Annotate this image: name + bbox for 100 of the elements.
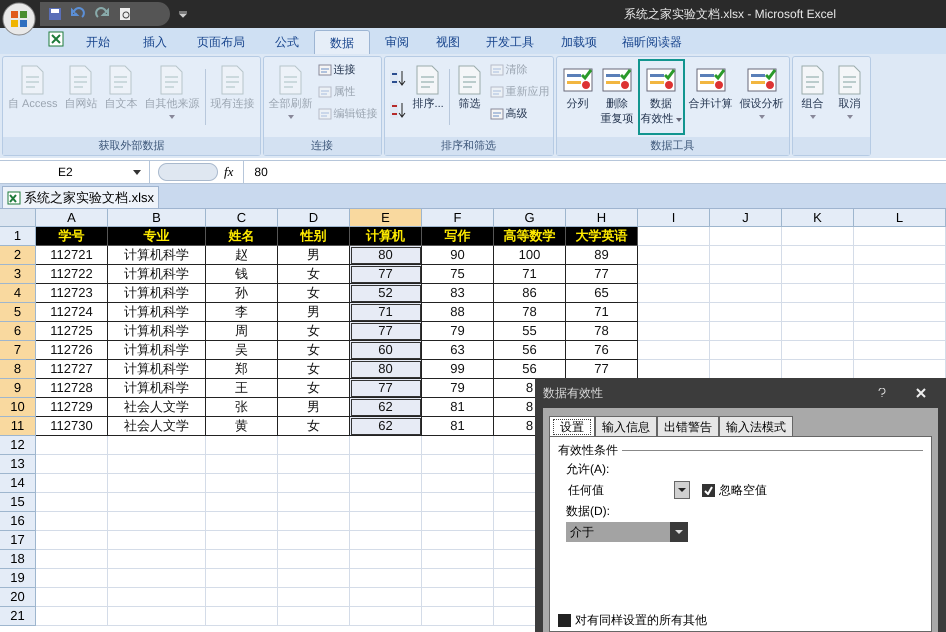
row-header[interactable]: 12 — [0, 436, 36, 455]
table-cell: 83 — [422, 284, 494, 303]
ribbon-button[interactable]: 筛选 — [452, 59, 488, 135]
formula-field[interactable]: 80 — [243, 161, 946, 183]
row-header[interactable]: 13 — [0, 455, 36, 474]
column-header[interactable]: L — [854, 209, 946, 227]
empty-cell — [638, 265, 710, 284]
row-header[interactable]: 6 — [0, 322, 36, 341]
empty-cell — [206, 550, 278, 569]
ribbon-button[interactable]: 取消 — [832, 59, 868, 135]
row-header[interactable]: 1 — [0, 227, 36, 246]
table-cell: 钱 — [206, 265, 278, 284]
row-header[interactable]: 15 — [0, 493, 36, 512]
checkbox[interactable] — [702, 484, 715, 496]
small-icon — [318, 85, 332, 99]
table-cell: 计算机科学 — [108, 341, 206, 360]
empty-cell — [206, 455, 278, 474]
table-cell: 周 — [206, 322, 278, 341]
expand-handle[interactable] — [158, 163, 218, 181]
ribbon-button[interactable]: 排序... — [410, 59, 447, 135]
column-header[interactable]: D — [278, 209, 350, 227]
name-box[interactable]: E2 — [0, 161, 150, 183]
window-title: 系统之家实验文档.xlsx - Microsoft Excel — [624, 6, 836, 23]
ribbon-button[interactable]: 组合 — [794, 59, 831, 135]
table-cell: 吴 — [206, 341, 278, 360]
table-cell: 112728 — [36, 379, 108, 398]
row-header[interactable]: 9 — [0, 379, 36, 398]
checkbox[interactable] — [558, 614, 571, 626]
row-header[interactable]: 5 — [0, 303, 36, 322]
dialog-tab[interactable]: 出错警告 — [657, 416, 719, 436]
empty-cell — [278, 531, 350, 550]
row-header[interactable]: 16 — [0, 512, 36, 531]
ribbon-button[interactable]: 删除 重复项 — [598, 59, 637, 135]
table-cell: 112727 — [36, 360, 108, 379]
column-header[interactable]: G — [494, 209, 566, 227]
function-label[interactable]: fx — [224, 162, 234, 182]
column-header[interactable]: A — [36, 209, 108, 227]
workbook-tab[interactable]: 系统之家实验文档.xlsx — [2, 186, 159, 208]
workbook-icon — [7, 190, 21, 204]
allow-dropdown[interactable]: 任何值 — [568, 480, 690, 500]
empty-cell — [782, 322, 854, 341]
table-cell: 65 — [566, 284, 638, 303]
row-header[interactable]: 14 — [0, 474, 36, 493]
ribbon-tab[interactable]: 开发工具 — [474, 30, 546, 54]
column-header[interactable]: B — [108, 209, 206, 227]
ribbon-button[interactable]: 分列 — [558, 59, 597, 135]
column-header[interactable]: C — [206, 209, 278, 227]
row-header[interactable]: 10 — [0, 398, 36, 417]
row-header[interactable]: 8 — [0, 360, 36, 379]
dialog-tab[interactable]: 输入法模式 — [719, 416, 793, 436]
row-header[interactable]: 18 — [0, 550, 36, 569]
column-header[interactable]: J — [710, 209, 782, 227]
empty-cell — [278, 512, 350, 531]
ribbon-tab[interactable]: 加载项 — [548, 30, 610, 54]
table-cell: 81 — [422, 417, 494, 436]
table-cell: 计算机科学 — [108, 322, 206, 341]
row-header[interactable]: 19 — [0, 569, 36, 588]
ribbon-tab[interactable]: 页面布局 — [182, 30, 260, 54]
column-header[interactable]: I — [638, 209, 710, 227]
row-header[interactable]: 7 — [0, 341, 36, 360]
table-cell: 112729 — [36, 398, 108, 417]
caret-icon — [846, 115, 853, 119]
ribbon-tab[interactable]: 数据 — [314, 30, 370, 54]
empty-cell — [206, 436, 278, 455]
ribbon-button[interactable]: 连接 — [316, 61, 379, 79]
dialog-tab[interactable]: 输入信息 — [595, 416, 657, 436]
ribbon-tab[interactable]: 开始 — [68, 30, 128, 54]
ribbon-tab[interactable]: 审阅 — [372, 30, 422, 54]
table-cell: 89 — [566, 246, 638, 265]
column-header[interactable]: E — [350, 209, 422, 227]
row-header[interactable]: 3 — [0, 265, 36, 284]
row-header[interactable]: 20 — [0, 588, 36, 607]
table-cell: 计算机科学 — [108, 284, 206, 303]
ribbon-tab[interactable]: 视图 — [424, 30, 472, 54]
row-header[interactable]: 4 — [0, 284, 36, 303]
ribbon-tab[interactable]: 福昕阅读器 — [612, 30, 692, 54]
empty-cell — [206, 512, 278, 531]
row-header[interactable]: 17 — [0, 531, 36, 550]
ribbon-tab[interactable]: 公式 — [262, 30, 312, 54]
column-header[interactable]: H — [566, 209, 638, 227]
dialog-tab[interactable]: 设置 — [549, 416, 595, 437]
ribbon-button[interactable]: 假设分析 — [736, 59, 787, 135]
ribbon-tab[interactable]: 插入 — [130, 30, 180, 54]
table-cell: 社会人文学 — [108, 398, 206, 417]
column-header[interactable]: F — [422, 209, 494, 227]
table-cell: 62 — [350, 417, 422, 436]
ribbon-button[interactable]: 高级 — [488, 105, 551, 123]
ribbon-button[interactable]: 合并计算 — [686, 59, 736, 135]
column-header[interactable]: K — [782, 209, 854, 227]
table-cell: 60 — [350, 341, 422, 360]
table-cell: 90 — [422, 246, 494, 265]
empty-cell — [638, 246, 710, 265]
empty-cell — [278, 474, 350, 493]
empty-cell — [350, 455, 422, 474]
row-header[interactable]: 2 — [0, 246, 36, 265]
row-header[interactable]: 21 — [0, 607, 36, 626]
table-cell: 计算机科学 — [108, 303, 206, 322]
data-label: 数据(D): — [566, 503, 610, 520]
ribbon-button[interactable]: 数据 有效性 — [638, 59, 685, 135]
row-header[interactable]: 11 — [0, 417, 36, 436]
